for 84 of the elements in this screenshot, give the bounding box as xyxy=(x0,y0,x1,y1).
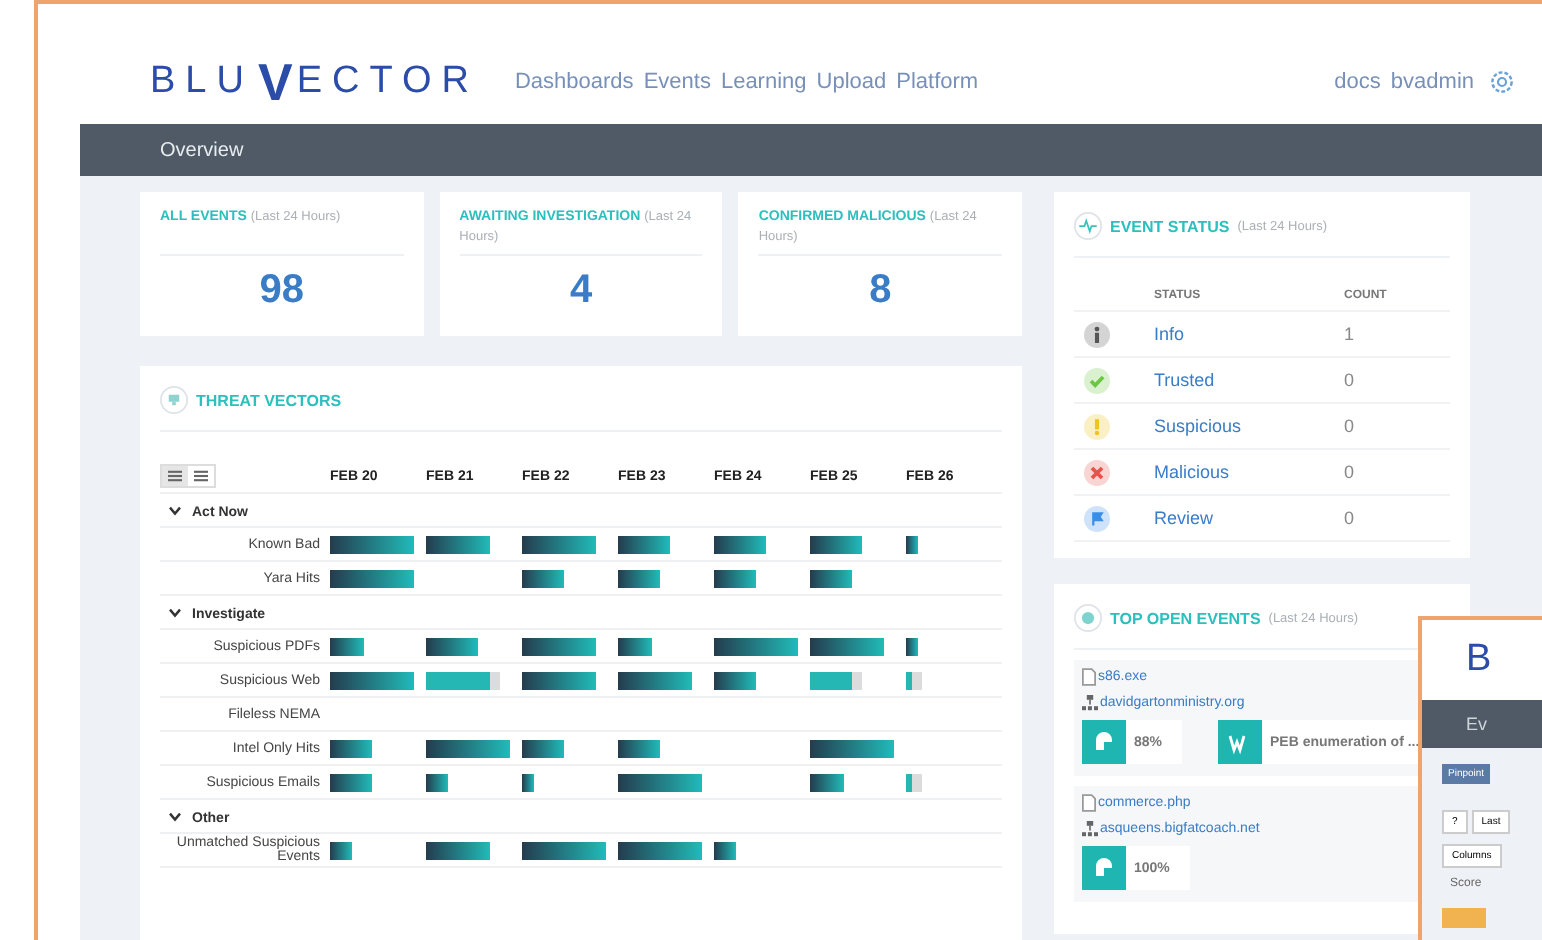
info-status-icon xyxy=(1084,321,1110,347)
vector-bar[interactable] xyxy=(426,739,510,757)
vector-bar[interactable] xyxy=(906,637,918,655)
card-title: EVENT STATUS xyxy=(1110,217,1230,235)
vector-bar[interactable] xyxy=(810,569,852,587)
vector-bar[interactable] xyxy=(522,841,606,859)
vector-bar[interactable] xyxy=(330,671,414,689)
card-title: THREAT VECTORS xyxy=(196,391,342,409)
logo: B xyxy=(1466,638,1492,682)
vector-bar[interactable] xyxy=(618,569,660,587)
vector-bar[interactable] xyxy=(426,773,448,791)
status-link[interactable]: Malicious xyxy=(1154,462,1230,482)
vector-bar[interactable] xyxy=(330,739,372,757)
chevron-icon[interactable] xyxy=(168,811,182,821)
vector-bar[interactable] xyxy=(522,535,596,553)
logo: BLU V ECTOR xyxy=(150,51,479,113)
status-count: 0 xyxy=(1344,508,1355,528)
vector-bar[interactable] xyxy=(618,841,702,859)
chevron-icon[interactable] xyxy=(168,505,182,515)
malicious-status-icon xyxy=(1084,459,1110,485)
vector-bar[interactable] xyxy=(618,773,702,791)
vector-bar[interactable] xyxy=(330,637,365,655)
vector-bar[interactable] xyxy=(426,637,479,655)
page-title: Overview xyxy=(160,139,244,161)
vector-bar[interactable] xyxy=(426,841,490,859)
suspicious-status-icon xyxy=(1084,413,1110,439)
vector-bar[interactable] xyxy=(714,569,756,587)
status-count: 0 xyxy=(1344,370,1355,390)
vector-bar[interactable] xyxy=(810,637,884,655)
vector-bar[interactable] xyxy=(522,637,596,655)
nav-link[interactable]: Dashboards xyxy=(514,70,634,94)
status-count: 0 xyxy=(1344,416,1355,436)
vector-bar[interactable] xyxy=(330,841,352,859)
view-toggle[interactable] xyxy=(188,466,214,486)
pulse-icon xyxy=(1074,212,1102,240)
vector-bar[interactable] xyxy=(714,637,798,655)
card-title: TOP OPEN EVENTS xyxy=(1110,609,1261,627)
vector-bar[interactable] xyxy=(522,739,564,757)
vector-bar[interactable] xyxy=(522,671,596,689)
nav-link[interactable]: Learning xyxy=(720,70,807,94)
vector-bar[interactable] xyxy=(618,535,671,553)
network-icon xyxy=(1082,820,1098,838)
vector-bar[interactable] xyxy=(906,535,918,553)
tab[interactable]: Ev xyxy=(1466,714,1488,734)
stat-value: 4 xyxy=(567,268,595,314)
chevron-icon[interactable] xyxy=(168,607,182,617)
status-link[interactable]: Review xyxy=(1154,508,1214,528)
vector-bar[interactable] xyxy=(618,637,653,655)
file-icon xyxy=(1082,794,1096,812)
nav-link[interactable]: Platform xyxy=(896,70,979,94)
network-icon xyxy=(1082,694,1098,712)
vector-bar[interactable] xyxy=(714,671,756,689)
vector-bar[interactable] xyxy=(330,535,414,553)
status-count: 1 xyxy=(1344,324,1355,344)
vector-bar[interactable] xyxy=(714,841,736,859)
status-link[interactable]: Suspicious xyxy=(1154,416,1242,436)
vector-bar[interactable] xyxy=(522,569,564,587)
status-count: 0 xyxy=(1344,462,1355,482)
status-link[interactable]: Trusted xyxy=(1154,370,1215,390)
view-toggle[interactable] xyxy=(162,466,188,486)
vector-bar[interactable] xyxy=(330,569,414,587)
monitor-icon xyxy=(160,386,188,414)
vector-bar[interactable] xyxy=(810,535,863,553)
vector-bar[interactable] xyxy=(618,739,660,757)
vector-bar[interactable] xyxy=(330,773,372,791)
stat-value: 8 xyxy=(867,268,894,314)
settings-icon[interactable] xyxy=(1488,68,1516,96)
user-link[interactable]: bvadmin xyxy=(1390,70,1474,94)
vector-bar[interactable] xyxy=(714,535,767,553)
status-link[interactable]: Info xyxy=(1154,324,1185,344)
nav-link[interactable]: Upload xyxy=(816,70,887,94)
vector-bar[interactable] xyxy=(426,535,490,553)
vector-bar[interactable] xyxy=(522,773,534,791)
trusted-status-icon xyxy=(1084,367,1110,393)
review-status-icon xyxy=(1084,505,1110,531)
nav-link[interactable]: Events xyxy=(643,70,711,94)
stat-value: 98 xyxy=(257,268,306,314)
file-icon xyxy=(1082,668,1096,686)
vector-bar[interactable] xyxy=(618,671,692,689)
score-badge xyxy=(1442,908,1486,928)
target-icon xyxy=(1074,604,1102,632)
vector-bar[interactable] xyxy=(810,739,894,757)
vector-bar[interactable] xyxy=(810,773,845,791)
user-link[interactable]: docs xyxy=(1334,70,1381,94)
